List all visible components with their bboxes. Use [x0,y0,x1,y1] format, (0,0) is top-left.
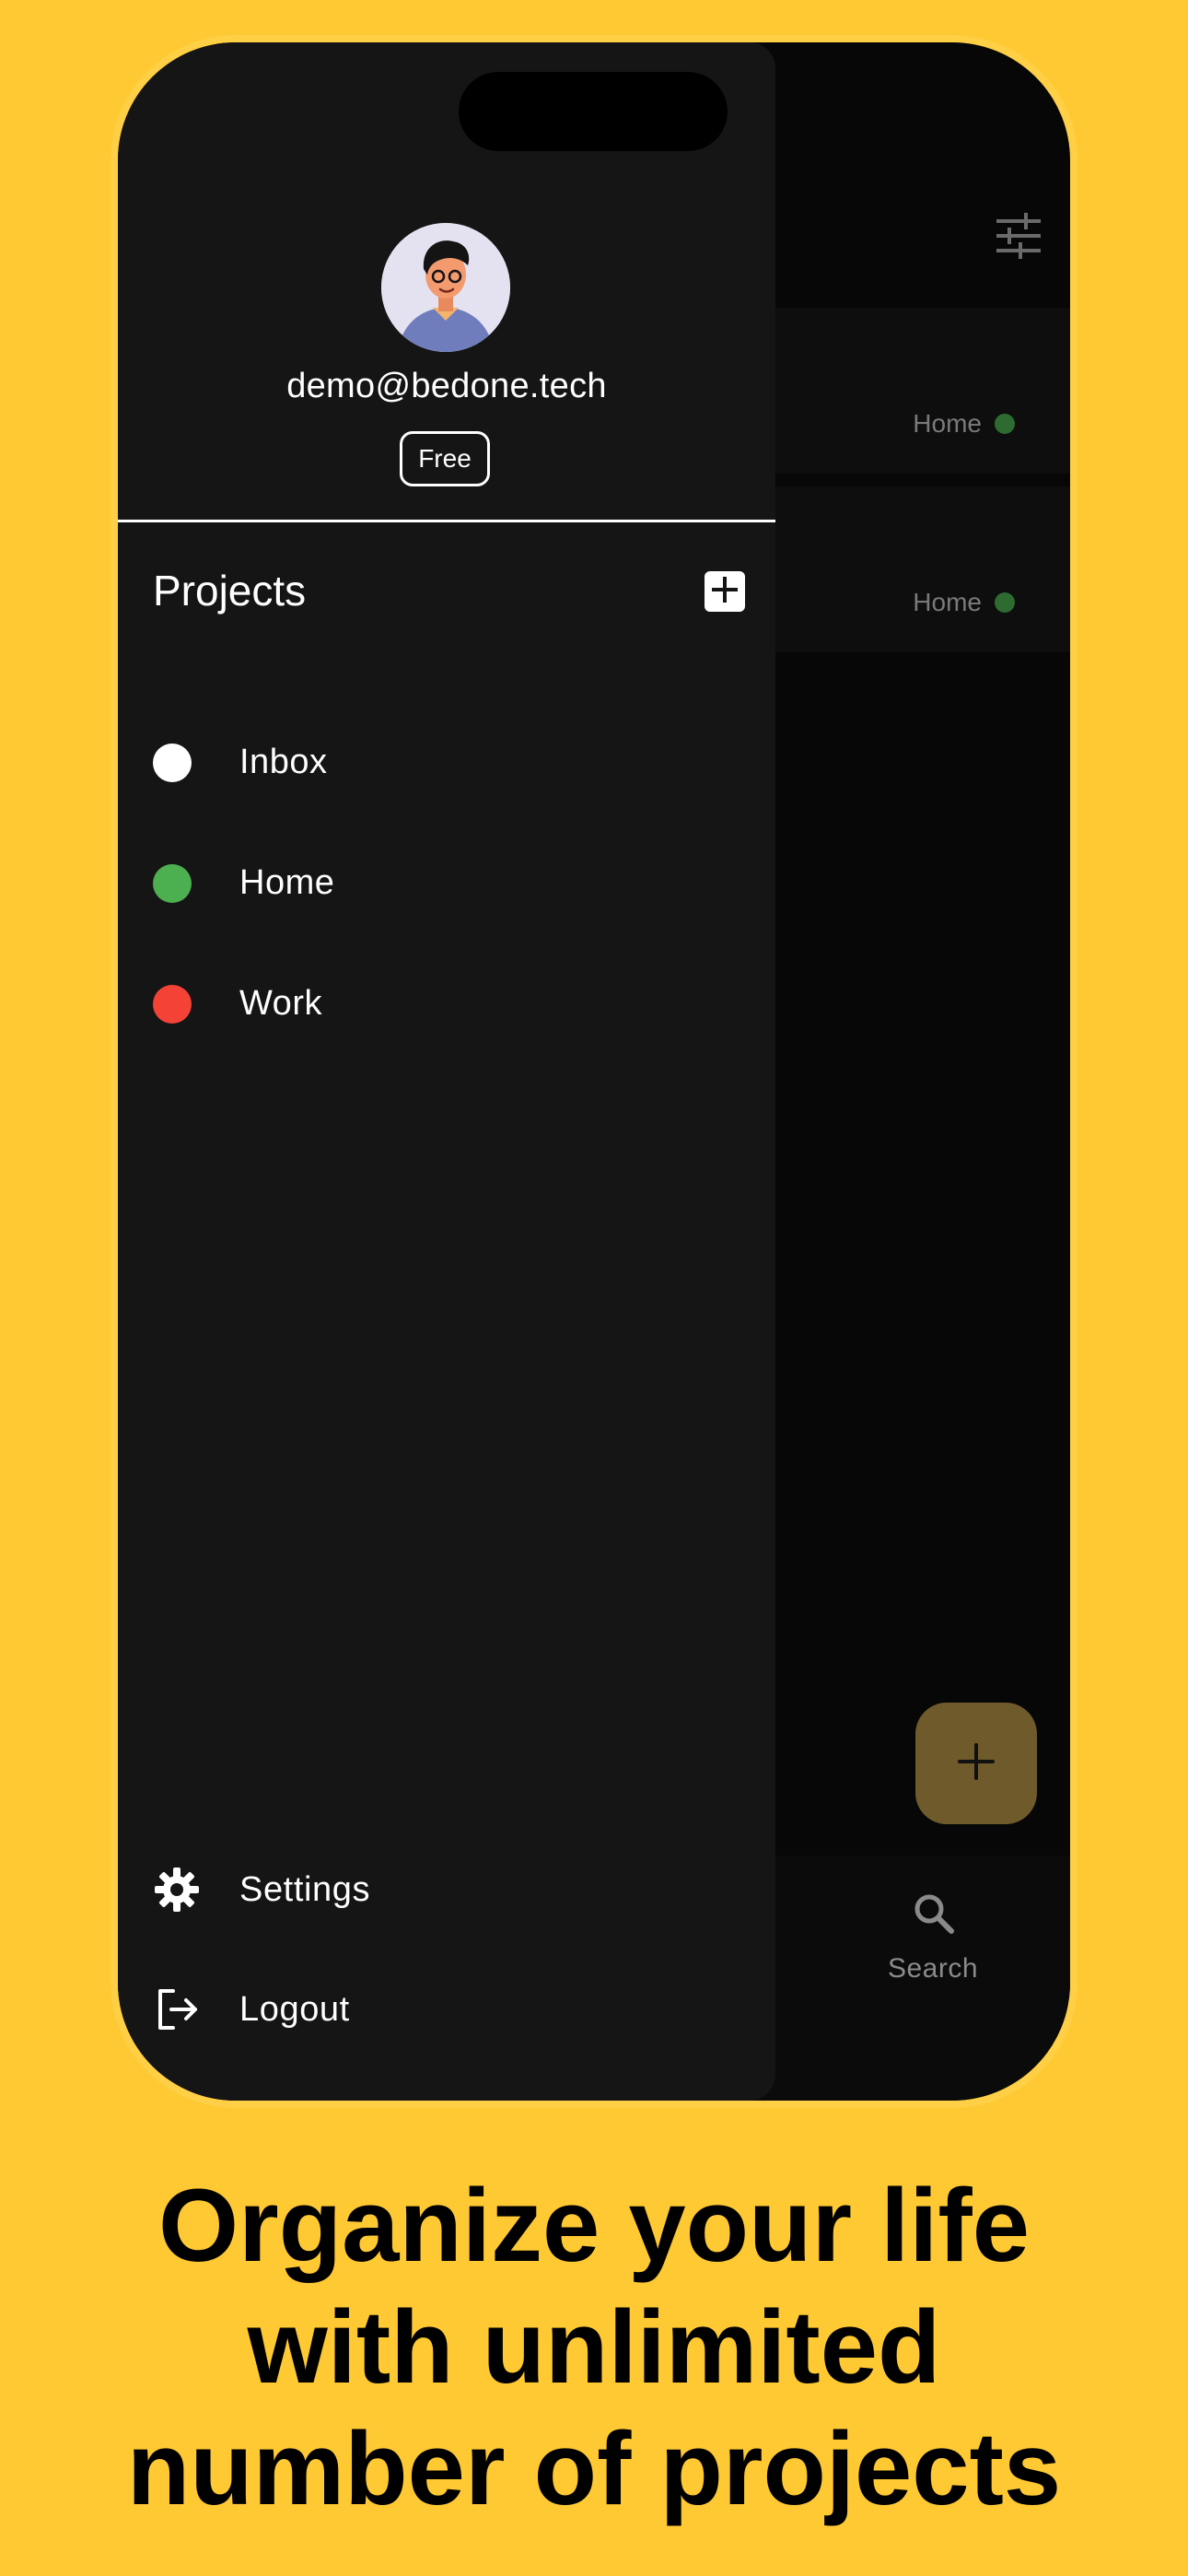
task-tag: Home [913,588,1015,617]
plus-box-icon [711,576,739,608]
add-task-button[interactable] [915,1703,1037,1824]
task-tag: Home [913,409,1015,439]
project-color-dot [153,863,192,903]
task-tag-label: Home [913,409,982,438]
project-item-inbox[interactable]: Inbox [153,702,742,823]
nav-tab-search[interactable]: Search [864,1891,1002,1985]
gear-icon [153,1866,201,1914]
project-item-home[interactable]: Home [153,823,742,943]
dynamic-island [459,72,728,151]
settings-label: Settings [239,1869,371,1909]
project-name: Home [239,863,335,902]
project-name: Work [239,984,322,1023]
settings-menu-item[interactable]: Settings [153,1848,705,1931]
divider [118,520,775,522]
plan-badge[interactable]: Free [400,431,490,486]
projects-heading: Projects [153,567,307,615]
task-tag-dot [995,414,1015,434]
logout-menu-item[interactable]: Logout [153,1968,705,2051]
add-project-button[interactable] [705,571,745,612]
project-color-dot [153,743,192,782]
project-name: Inbox [239,743,328,781]
headline-line: with unlimited [247,2289,941,2405]
headline-line: number of projects [126,2411,1062,2526]
marketing-headline: Organize your life with unlimited number… [0,2165,1188,2530]
nav-tab-search-label: Search [887,1953,979,1984]
logout-label: Logout [239,1989,350,2029]
project-item-work[interactable]: Work [153,943,742,1064]
phone-frame: Home Home Search demo@bedone.tech Free P… [118,42,1070,2101]
project-color-dot [153,984,192,1024]
plus-icon [956,1741,996,1786]
avatar[interactable] [381,223,510,352]
project-list: Inbox Home Work [153,702,742,1064]
search-icon [864,1891,1002,1935]
user-email: demo@bedone.tech [286,367,607,405]
navigation-drawer: demo@bedone.tech Free Projects Inbox Hom… [118,42,775,2101]
task-tag-label: Home [913,588,982,616]
logout-icon [153,1985,201,2033]
tune-icon[interactable] [995,212,1042,260]
headline-line: Organize your life [158,2168,1030,2283]
task-tag-dot [995,592,1015,613]
